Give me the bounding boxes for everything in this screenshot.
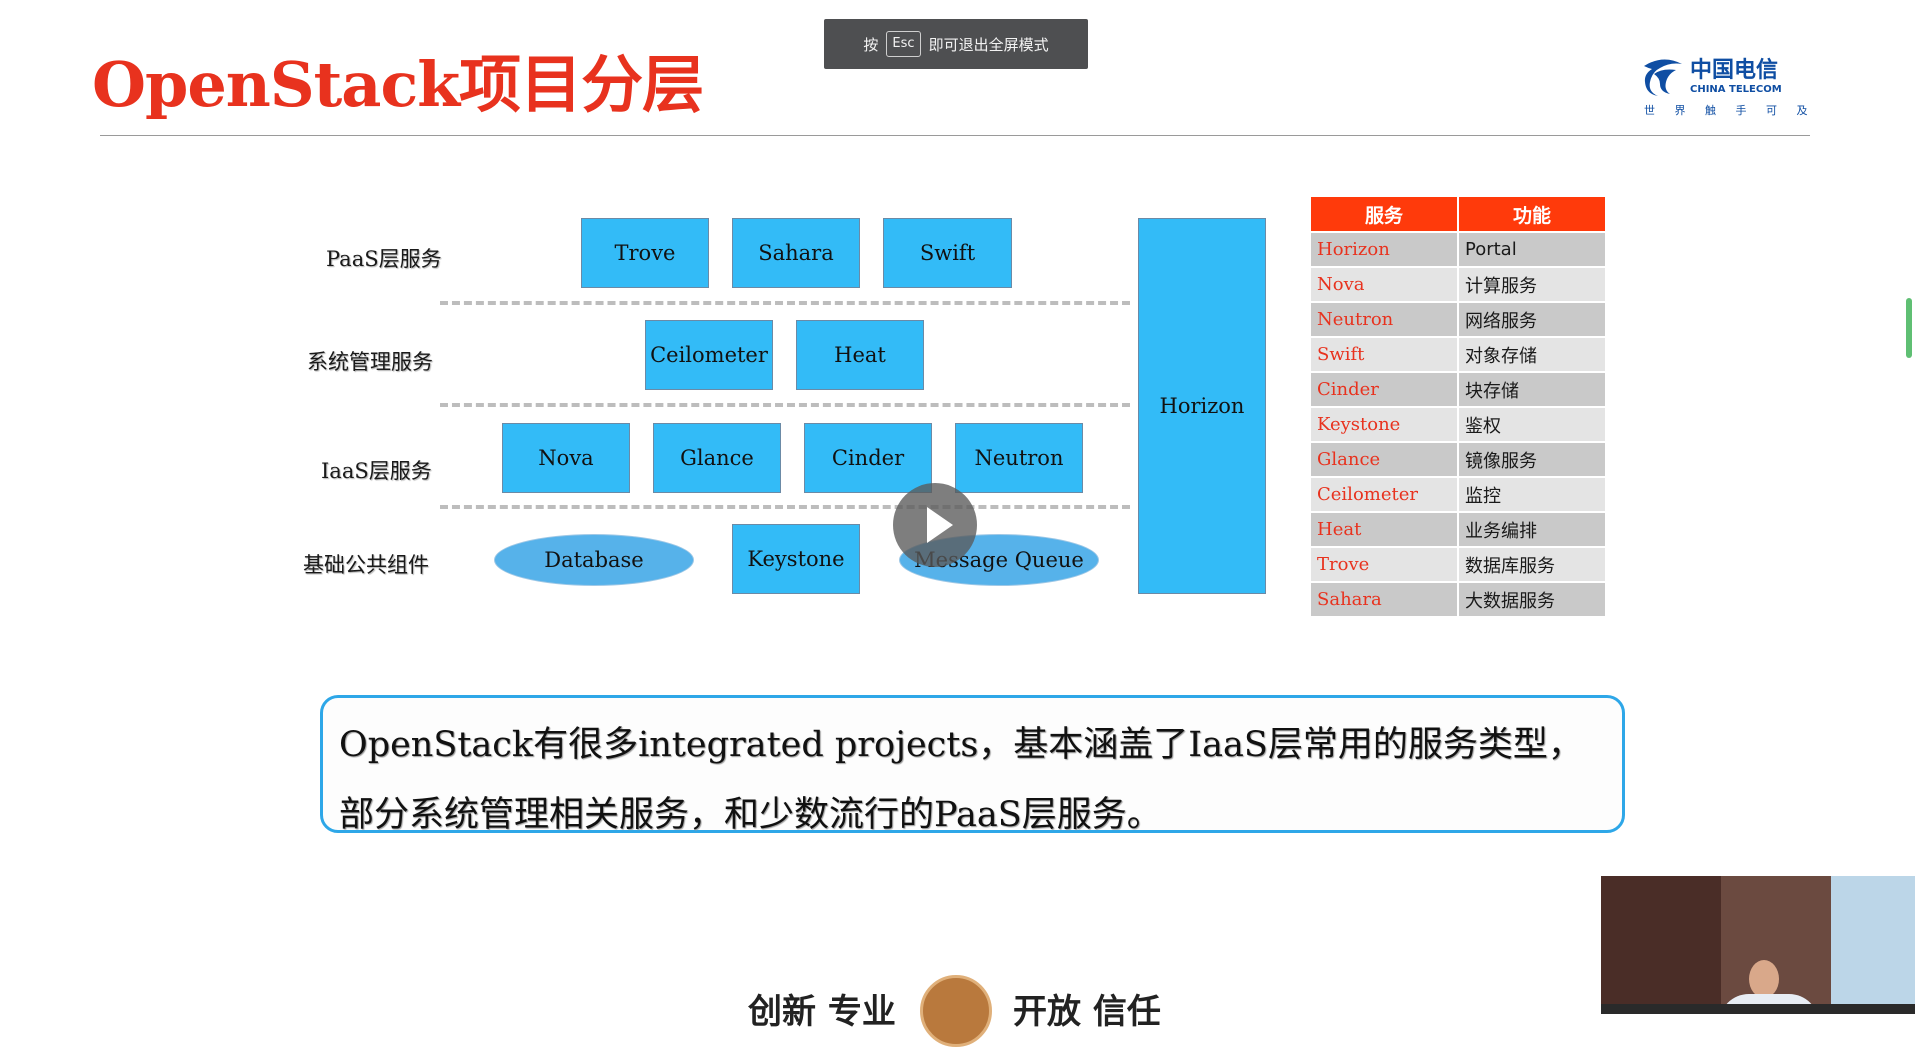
layer-label-paas: PaaS层服务 [326, 247, 442, 271]
service-box-swift: Swift [883, 218, 1012, 288]
table-row: Horizon Portal [1311, 233, 1605, 266]
footer-motto-left: 创新 专业 [748, 992, 896, 1032]
service-name: Heat [1311, 513, 1457, 546]
service-function: 鉴权 [1459, 408, 1605, 441]
service-name: Trove [1311, 548, 1457, 581]
service-name: Ceilometer [1311, 478, 1457, 511]
scrollbar-thumb[interactable] [1906, 298, 1912, 358]
video-wall-panel [1601, 876, 1721, 1014]
service-box-heat: Heat [796, 320, 924, 390]
college-seal-icon [920, 975, 992, 1047]
video-podium [1601, 1004, 1915, 1014]
table-row: Heat 业务编排 [1311, 513, 1605, 546]
slide-title: OpenStack项目分层 [92, 48, 704, 121]
layer-separator [440, 505, 1130, 509]
callout-line-2: 部分系统管理相关服务，和少数流行的PaaS层服务。 [339, 795, 1162, 835]
service-function: 大数据服务 [1459, 583, 1605, 616]
service-function: 镜像服务 [1459, 443, 1605, 476]
esc-key-badge: Esc [886, 31, 921, 57]
layer-label-iaas: IaaS层服务 [321, 459, 432, 483]
table-row: Cinder 块存储 [1311, 373, 1605, 406]
service-name: Keystone [1311, 408, 1457, 441]
summary-callout: OpenStack有很多integrated projects，基本涵盖了Iaa… [320, 695, 1625, 835]
video-play-button[interactable] [893, 483, 977, 567]
service-function: 监控 [1459, 478, 1605, 511]
presenter-video-feed[interactable] [1601, 876, 1915, 1014]
service-function: 数据库服务 [1459, 548, 1605, 581]
play-icon [927, 507, 953, 543]
service-name: Neutron [1311, 303, 1457, 336]
service-box-glance: Glance [653, 423, 781, 493]
china-telecom-logo: 中国电信 CHINA TELECOM 世 界 触 手 可 及 [1640, 50, 1816, 122]
table-row: Neutron 网络服务 [1311, 303, 1605, 336]
service-name: Cinder [1311, 373, 1457, 406]
table-row: Ceilometer 监控 [1311, 478, 1605, 511]
table-row: Glance 镜像服务 [1311, 443, 1605, 476]
presenter-head [1749, 960, 1779, 998]
service-function: Portal [1459, 233, 1605, 266]
layer-label-common: 基础公共组件 [303, 553, 429, 577]
service-function: 计算服务 [1459, 268, 1605, 301]
service-name: Glance [1311, 443, 1457, 476]
logo-chinese-name: 中国电信 [1690, 58, 1779, 83]
component-database: Database [494, 534, 694, 586]
service-function: 对象存储 [1459, 338, 1605, 371]
service-name: Sahara [1311, 583, 1457, 616]
service-box-sahara: Sahara [732, 218, 860, 288]
service-function: 业务编排 [1459, 513, 1605, 546]
service-table: 服务 功能 Horizon Portal Nova 计算服务 Neutron 网络服务… [1309, 195, 1607, 618]
service-name: Horizon [1311, 233, 1457, 266]
table-row: Keystone 鉴权 [1311, 408, 1605, 441]
layer-label-mgmt: 系统管理服务 [307, 350, 433, 374]
layer-separator [440, 301, 1130, 305]
table-header-function: 功能 [1459, 197, 1605, 231]
service-function: 网络服务 [1459, 303, 1605, 336]
table-header-service: 服务 [1311, 197, 1457, 231]
fullscreen-exit-notice: 按 Esc 即可退出全屏模式 [824, 19, 1088, 69]
table-row: Swift 对象存储 [1311, 338, 1605, 371]
service-function: 块存储 [1459, 373, 1605, 406]
service-table-wrapper: 服务 功能 Horizon Portal Nova 计算服务 Neutron 网络服务… [1309, 195, 1607, 618]
service-box-keystone: Keystone [732, 524, 860, 594]
notice-suffix: 即可退出全屏模式 [928, 35, 1049, 54]
title-divider [100, 135, 1810, 136]
service-box-trove: Trove [581, 218, 709, 288]
video-window-backdrop [1831, 876, 1915, 1014]
layer-separator [440, 403, 1130, 407]
notice-prefix: 按 [863, 35, 879, 54]
callout-line-1: OpenStack有很多integrated projects，基本涵盖了Iaa… [339, 725, 1583, 765]
service-box-horizon: Horizon [1138, 218, 1266, 594]
service-name: Nova [1311, 268, 1457, 301]
table-row: Nova 计算服务 [1311, 268, 1605, 301]
service-name: Swift [1311, 338, 1457, 371]
service-box-ceilometer: Ceilometer [645, 320, 773, 390]
china-telecom-emblem-icon [1644, 59, 1682, 96]
logo-slogan: 世 界 触 手 可 及 [1644, 104, 1816, 117]
table-row: Sahara 大数据服务 [1311, 583, 1605, 616]
service-box-nova: Nova [502, 423, 630, 493]
logo-english-name: CHINA TELECOM [1690, 84, 1782, 95]
footer-motto-right: 开放 信任 [1013, 992, 1161, 1032]
table-row: Trove 数据库服务 [1311, 548, 1605, 581]
